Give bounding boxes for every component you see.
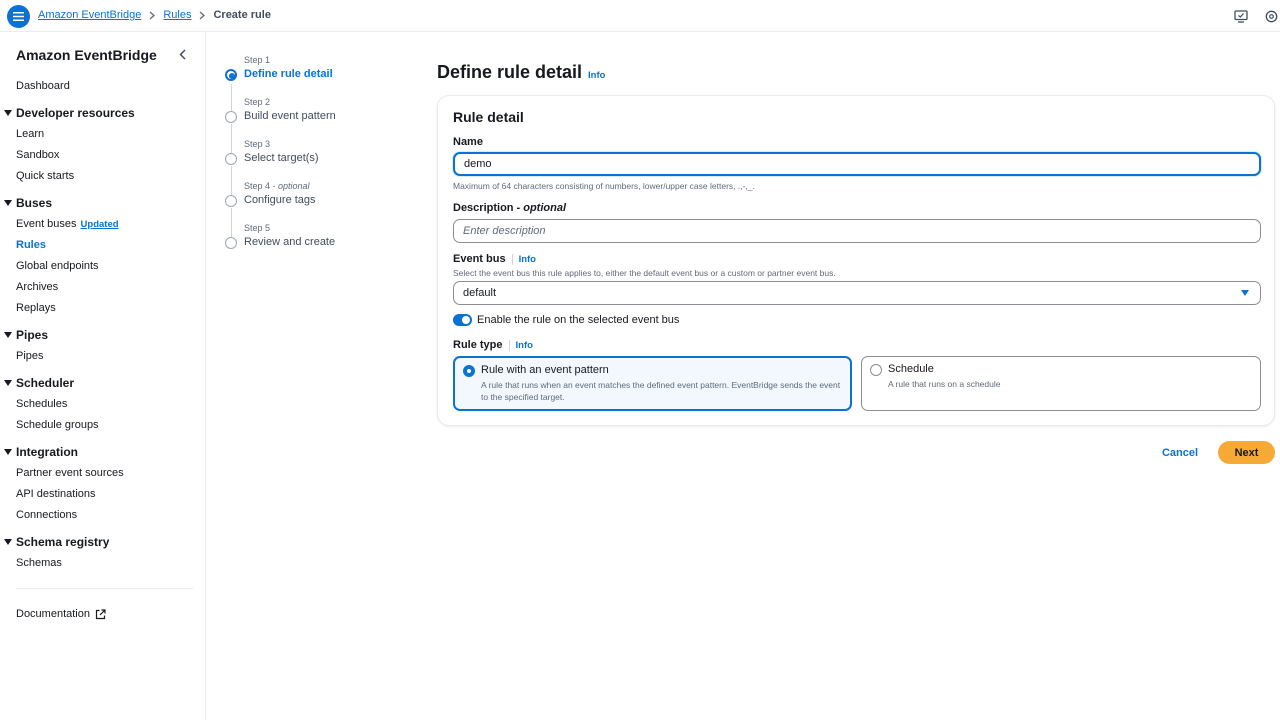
sidebar-item-api-destinations[interactable]: API destinations	[16, 488, 96, 500]
breadcrumb-rules[interactable]: Rules	[163, 9, 191, 21]
event-pattern-radio[interactable]	[463, 365, 475, 377]
event-bus-label: Event bus Info	[453, 253, 536, 265]
step-3-indicator	[225, 153, 237, 165]
sidebar-item-archives[interactable]: Archives	[16, 281, 58, 293]
page-title: Define rule detail Info	[437, 62, 606, 82]
collapse-sidebar-button[interactable]	[175, 47, 189, 61]
sidebar-item-global-endpoints[interactable]: Global endpoints	[16, 260, 99, 272]
event-bus-hint: Select the event bus this rule applies t…	[453, 268, 836, 278]
event-bus-info-link[interactable]: Info	[519, 254, 536, 265]
description-input[interactable]	[453, 219, 1261, 243]
step-1-indicator	[225, 69, 237, 81]
step-3-title[interactable]: Select target(s)	[244, 152, 319, 164]
rule-detail-container: Rule detail Name Maximum of 64 character…	[437, 95, 1275, 426]
sidebar-section-buses[interactable]: Buses	[4, 196, 52, 210]
step-5-title[interactable]: Review and create	[244, 236, 335, 248]
settings-icon[interactable]	[1263, 8, 1279, 24]
rule-type-event-pattern-tile[interactable]: Rule with an event pattern A rule that r…	[453, 356, 852, 411]
updated-badge[interactable]: Updated	[81, 219, 119, 230]
external-link-icon	[95, 608, 106, 619]
sidebar-section-developer-resources[interactable]: Developer resources	[4, 106, 135, 120]
sidebar-section-integration[interactable]: Integration	[4, 445, 78, 459]
name-input[interactable]	[453, 152, 1261, 176]
sidebar-section-schema-registry[interactable]: Schema registry	[4, 535, 109, 549]
caret-down-icon	[4, 110, 12, 116]
sidebar-item-connections[interactable]: Connections	[16, 509, 77, 521]
step-3-label: Step 3	[244, 139, 271, 149]
menu-icon	[13, 12, 24, 21]
name-label: Name	[453, 136, 483, 148]
step-2-label: Step 2	[244, 97, 271, 107]
breadcrumb-eventbridge[interactable]: Amazon EventBridge	[38, 9, 141, 21]
sidebar-item-sandbox[interactable]: Sandbox	[16, 149, 59, 161]
sidebar-item-event-buses[interactable]: Event buses Updated	[16, 218, 119, 230]
chevron-right-icon	[149, 11, 156, 20]
step-1-label: Step 1	[244, 55, 271, 65]
step-4-indicator	[225, 195, 237, 207]
event-bus-select[interactable]: default	[453, 281, 1261, 305]
step-connector	[231, 166, 232, 195]
caret-down-icon	[4, 539, 12, 545]
breadcrumb-create-rule: Create rule	[213, 9, 271, 21]
caret-down-icon	[1241, 290, 1249, 296]
feedback-icon[interactable]	[1233, 8, 1249, 24]
sidebar-item-pipes[interactable]: Pipes	[16, 350, 44, 362]
menu-button[interactable]	[7, 5, 30, 28]
rule-type-schedule-tile[interactable]: Schedule A rule that runs on a schedule	[861, 356, 1261, 411]
sidebar-section-scheduler[interactable]: Scheduler	[4, 376, 74, 390]
top-navigation: Amazon EventBridge Rules Create rule	[0, 0, 1280, 32]
step-5-indicator	[225, 237, 237, 249]
step-5-label: Step 5	[244, 223, 271, 233]
step-4-title[interactable]: Configure tags	[244, 194, 316, 206]
sidebar-item-learn[interactable]: Learn	[16, 128, 44, 140]
step-1-title[interactable]: Define rule detail	[244, 68, 333, 80]
caret-down-icon	[4, 200, 12, 206]
caret-down-icon	[4, 380, 12, 386]
side-navigation: Amazon EventBridge Dashboard Developer r…	[0, 32, 206, 720]
sidebar-item-documentation[interactable]: Documentation	[16, 608, 106, 620]
sidebar-title[interactable]: Amazon EventBridge	[16, 47, 157, 63]
step-connector	[231, 124, 232, 153]
next-button[interactable]: Next	[1218, 441, 1275, 464]
name-hint: Maximum of 64 characters consisting of n…	[453, 181, 755, 191]
rule-type-info-link[interactable]: Info	[516, 340, 533, 351]
step-2-title[interactable]: Build event pattern	[244, 110, 336, 122]
enable-rule-toggle-row: Enable the rule on the selected event bu…	[453, 314, 679, 326]
breadcrumb: Amazon EventBridge Rules Create rule	[38, 9, 271, 21]
cancel-button[interactable]: Cancel	[1155, 441, 1205, 464]
step-connector	[231, 84, 232, 111]
caret-down-icon	[4, 332, 12, 338]
schedule-radio[interactable]	[870, 364, 882, 376]
sidebar-item-replays[interactable]: Replays	[16, 302, 56, 314]
chevron-right-icon	[199, 11, 206, 20]
rule-type-label: Rule type Info	[453, 339, 533, 351]
step-2-indicator	[225, 111, 237, 123]
enable-rule-toggle[interactable]	[453, 314, 472, 326]
page-info-link[interactable]: Info	[588, 70, 605, 81]
sidebar-item-quick-starts[interactable]: Quick starts	[16, 170, 74, 182]
sidebar-item-schemas[interactable]: Schemas	[16, 557, 62, 569]
description-label: Description - optional	[453, 202, 567, 214]
sidebar-item-schedules[interactable]: Schedules	[16, 398, 67, 410]
chevron-left-icon	[178, 48, 186, 60]
sidebar-section-pipes[interactable]: Pipes	[4, 328, 48, 342]
sidebar-item-dashboard[interactable]: Dashboard	[16, 80, 70, 92]
sidebar-divider	[16, 588, 193, 589]
caret-down-icon	[4, 449, 12, 455]
panel-title: Rule detail	[453, 109, 524, 125]
step-4-label: Step 4 - optional	[244, 181, 310, 191]
sidebar-item-schedule-groups[interactable]: Schedule groups	[16, 419, 99, 431]
wizard-steps: Step 1 Define rule detail Step 2 Build e…	[220, 32, 410, 592]
sidebar-item-partner-event-sources[interactable]: Partner event sources	[16, 467, 124, 479]
sidebar-item-rules[interactable]: Rules	[16, 239, 46, 251]
step-connector	[231, 208, 232, 237]
